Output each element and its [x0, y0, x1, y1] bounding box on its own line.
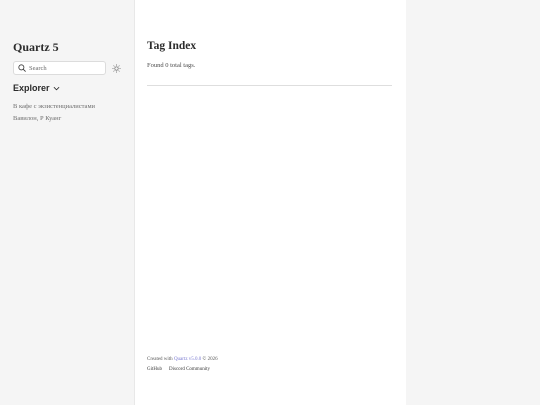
search-input[interactable]: Search: [13, 61, 106, 75]
footer-link-github[interactable]: GitHub: [147, 367, 162, 372]
right-sidebar: [406, 0, 540, 405]
footer-link-discord[interactable]: Discord Community: [169, 367, 210, 372]
footer-links: GitHub Discord Community: [147, 367, 217, 372]
dark-mode-toggle[interactable]: [111, 63, 121, 73]
footer-created-suffix: © 2026: [202, 357, 218, 362]
sun-icon: [111, 63, 121, 73]
search-icon: [18, 64, 26, 72]
footer-created-prefix: Created with: [147, 357, 173, 362]
explorer-item[interactable]: Вавилон, Р Куанг: [13, 115, 61, 122]
explorer-toggle[interactable]: Explorer: [13, 83, 60, 93]
footer-credit: Created with Quartz v5.0.0 © 2026: [147, 357, 218, 362]
quartz-link[interactable]: Quartz v5.0.0: [174, 357, 201, 362]
page-title: Tag Index: [147, 40, 197, 52]
tag-count: Found 0 total tags.: [147, 62, 196, 69]
main-content: [134, 0, 407, 405]
left-sidebar: Quartz 5 Search Explorer В кафе с экзист…: [0, 0, 134, 405]
page: Quartz 5 Search Explorer В кафе с экзист…: [0, 0, 540, 405]
chevron-down-icon: [53, 85, 60, 92]
search-placeholder: Search: [29, 64, 47, 72]
site-title[interactable]: Quartz 5: [13, 40, 59, 55]
explorer-label: Explorer: [13, 83, 50, 93]
explorer-item[interactable]: В кафе с экзистенциалистами: [13, 103, 95, 110]
divider: [147, 85, 392, 86]
